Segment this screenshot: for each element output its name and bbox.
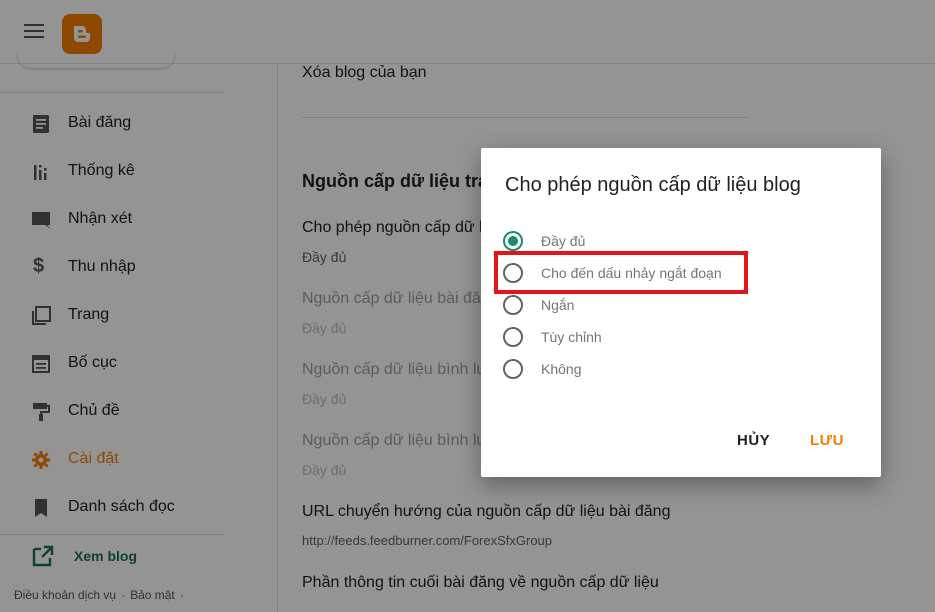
feed-options-dialog: Cho phép nguồn cấp dữ liệu blog Đầy đủ C…	[481, 148, 881, 477]
cancel-button[interactable]: HỦY	[737, 432, 770, 449]
option-label: Tùy chỉnh	[541, 329, 602, 345]
radio-unchecked-icon[interactable]	[503, 327, 523, 347]
radio-unchecked-icon[interactable]	[503, 359, 523, 379]
option-custom[interactable]: Tùy chỉnh	[503, 326, 803, 350]
radio-checked-icon[interactable]	[503, 231, 523, 251]
option-short[interactable]: Ngắn	[503, 294, 803, 318]
option-none[interactable]: Không	[503, 358, 803, 382]
option-label: Đầy đủ	[541, 233, 586, 249]
option-label: Ngắn	[541, 297, 575, 313]
highlight-annotation-box	[494, 251, 748, 294]
dialog-title: Cho phép nguồn cấp dữ liệu blog	[505, 174, 801, 196]
save-button[interactable]: LƯU	[810, 432, 844, 449]
option-label: Không	[541, 361, 582, 377]
radio-unchecked-icon[interactable]	[503, 295, 523, 315]
